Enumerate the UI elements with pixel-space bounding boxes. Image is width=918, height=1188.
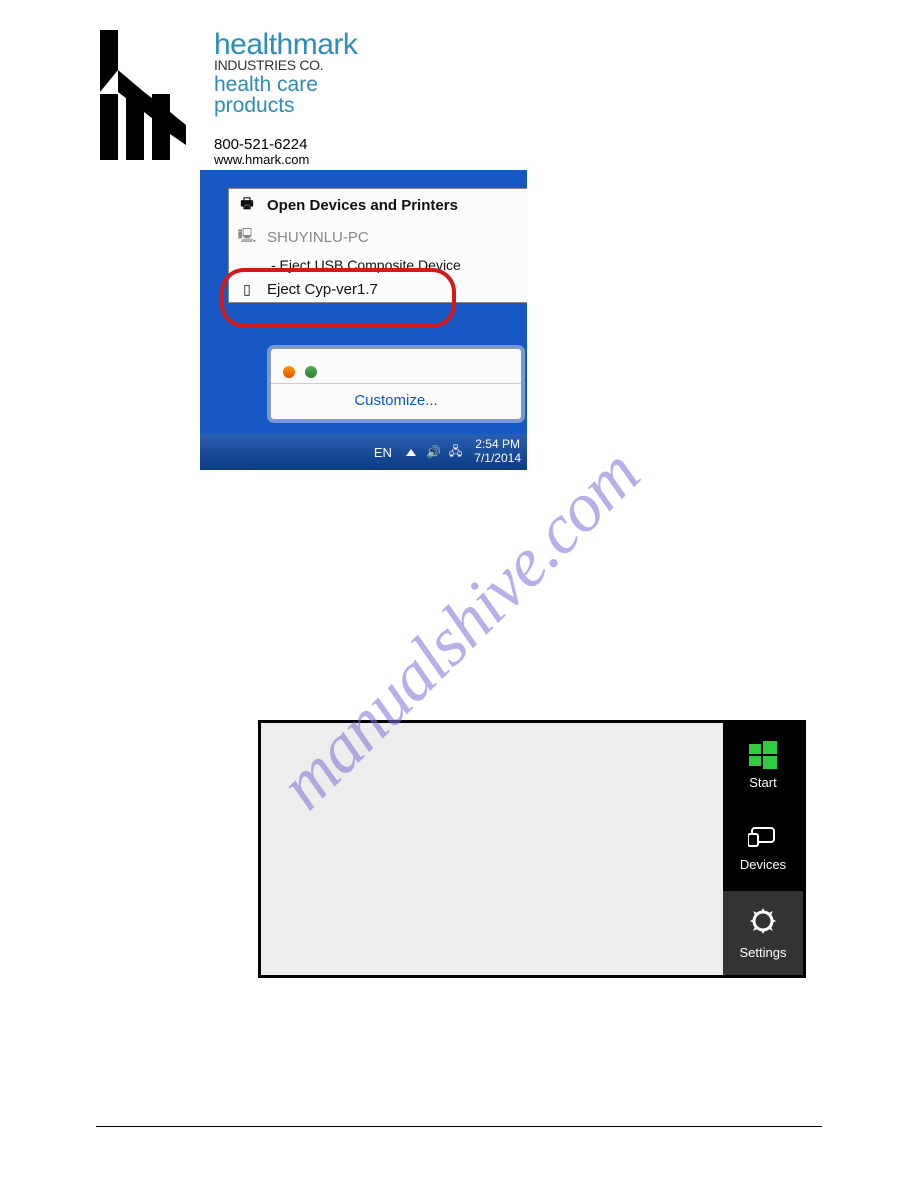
show-hidden-icons-button[interactable] xyxy=(406,449,416,456)
document-page: healthmark INDUSTRIES CO. health care pr… xyxy=(0,0,918,1188)
network-icon[interactable]: 🖧 xyxy=(449,442,462,463)
clock-time: 2:54 PM xyxy=(474,438,521,452)
brand-title: healthmark xyxy=(214,30,357,60)
tray-icon xyxy=(305,366,317,378)
footer-rule xyxy=(96,1126,822,1127)
windows7-tray-screenshot: Customize... 🖶 Open Devices and Printers… xyxy=(200,170,527,470)
eject-context-menu: 🖶 Open Devices and Printers 🖳 SHUYINLU-P… xyxy=(228,188,527,303)
menu-item-eject-composite[interactable]: - Eject USB Composite Device xyxy=(229,253,527,277)
clock-date: 7/1/2014 xyxy=(474,452,521,466)
contact-block: 800-521-6224 www.hmark.com xyxy=(214,136,309,168)
menu-item-computer: 🖳 SHUYINLU-PC xyxy=(229,221,527,253)
settings-icon xyxy=(748,906,778,939)
menu-item-label: Eject Cyp-ver1.7 xyxy=(267,281,378,298)
computer-icon: 🖳 xyxy=(237,225,257,249)
charm-devices[interactable]: Devices xyxy=(723,807,803,891)
tray-overflow-panel: Customize... xyxy=(270,348,522,420)
tray-icon xyxy=(283,366,295,378)
printer-icon: 🖶 xyxy=(237,193,257,217)
menu-item-open-devices[interactable]: 🖶 Open Devices and Printers xyxy=(229,189,527,221)
devices-icon xyxy=(748,826,778,851)
phone-number: 800-521-6224 xyxy=(214,136,309,153)
tray-icons-row xyxy=(271,346,521,398)
language-indicator[interactable]: EN xyxy=(374,445,392,460)
healthmark-logo-icon xyxy=(96,30,196,160)
charm-start[interactable]: Start xyxy=(723,723,803,807)
menu-item-label: Open Devices and Printers xyxy=(267,197,458,214)
charms-bar: Start Devices xyxy=(723,723,803,975)
charm-label: Start xyxy=(749,775,776,790)
website-url: www.hmark.com xyxy=(214,153,309,168)
charm-label: Devices xyxy=(740,857,786,872)
menu-item-label: SHUYINLU-PC xyxy=(267,229,369,246)
brand-text-block: healthmark INDUSTRIES CO. health care pr… xyxy=(214,30,357,116)
windows8-charms-screenshot: Start Devices xyxy=(258,720,806,978)
start-icon xyxy=(749,741,777,769)
taskbar-clock[interactable]: 2:54 PM 7/1/2014 xyxy=(474,438,521,466)
brand-tagline: health care products xyxy=(214,74,357,116)
drive-icon: ▯ xyxy=(237,281,257,298)
charm-settings[interactable]: Settings xyxy=(723,891,803,975)
menu-item-label: - Eject USB Composite Device xyxy=(271,257,461,273)
menu-item-eject-cyp[interactable]: ▯ Eject Cyp-ver1.7 xyxy=(229,277,527,302)
charm-label: Settings xyxy=(740,945,787,960)
volume-icon[interactable]: 🔊 xyxy=(426,445,441,459)
windows-taskbar: EN 🔊 🖧 2:54 PM 7/1/2014 xyxy=(200,434,527,470)
